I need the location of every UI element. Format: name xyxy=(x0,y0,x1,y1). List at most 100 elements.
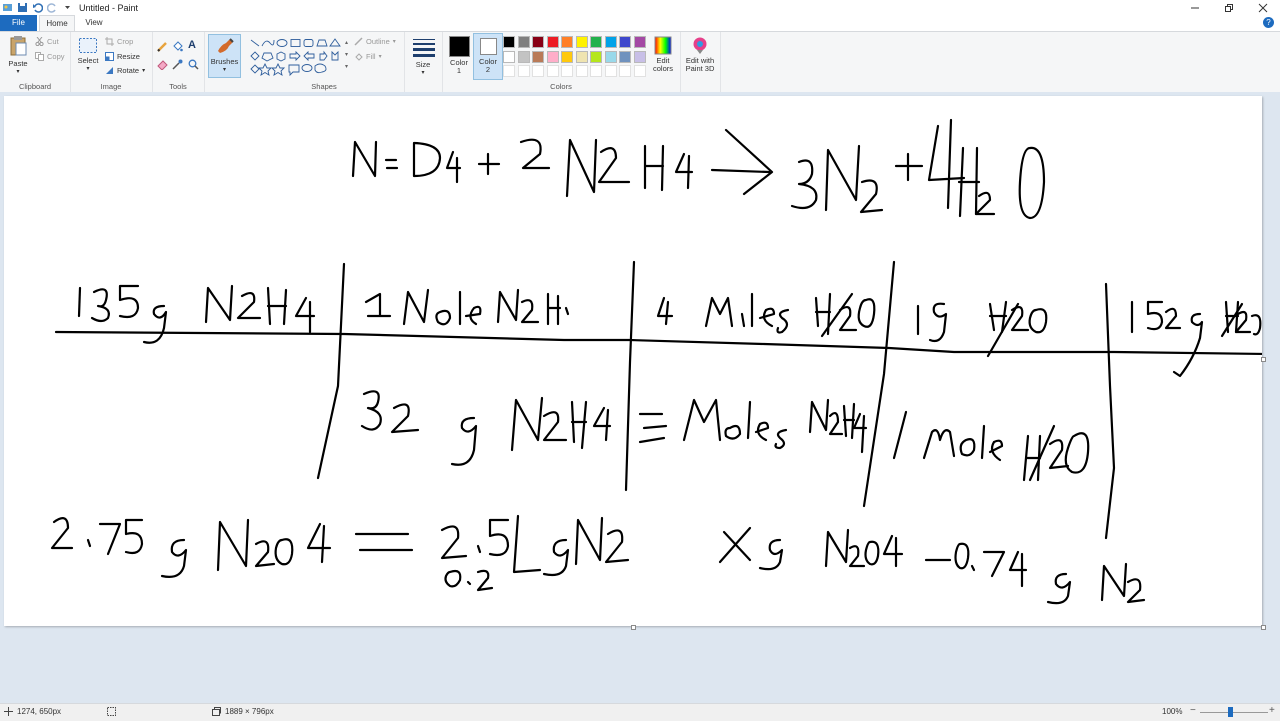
size-group[interactable]: Size ▾ xyxy=(404,32,443,92)
custom-color-slot[interactable] xyxy=(604,65,617,77)
zoom-out-button[interactable]: − xyxy=(1190,705,1196,716)
color1-button[interactable]: Color 1 xyxy=(446,36,472,75)
custom-color-slot[interactable] xyxy=(517,65,530,77)
palette-swatch[interactable] xyxy=(517,36,530,48)
tab-view[interactable]: View xyxy=(77,15,111,31)
zoom-slider-track[interactable] xyxy=(1200,712,1268,713)
colors-group-label: Colors xyxy=(550,82,572,91)
rotate-button[interactable]: Rotate ▾ xyxy=(105,66,145,75)
crop-button[interactable]: Crop xyxy=(105,37,133,46)
drawing-canvas[interactable] xyxy=(4,96,1262,626)
palette-swatch[interactable] xyxy=(546,36,559,48)
custom-color-slot[interactable] xyxy=(633,65,646,77)
color-wheel-icon xyxy=(654,36,672,55)
minimize-icon xyxy=(1191,7,1199,8)
shapes-expand-icon[interactable]: ▾ xyxy=(345,63,348,70)
edit-colors-label-2: colors xyxy=(652,64,673,73)
palette-swatch[interactable] xyxy=(604,36,617,48)
resize-handle-right[interactable] xyxy=(1261,357,1266,362)
quick-access-toolbar xyxy=(0,2,73,13)
close-button[interactable] xyxy=(1246,0,1280,15)
palette-swatch[interactable] xyxy=(633,36,646,48)
copy-label: Copy xyxy=(47,52,65,61)
cut-button[interactable]: Cut xyxy=(35,37,59,46)
pencil-icon[interactable] xyxy=(157,41,168,52)
palette-swatch[interactable] xyxy=(503,50,515,63)
shapes-group: ▴ ▾ ▾ Outline ▾ Fill ▾ Shapes xyxy=(244,32,405,92)
palette-swatch[interactable] xyxy=(633,50,646,63)
customize-qat-icon[interactable] xyxy=(62,2,73,13)
resize-handle-corner[interactable] xyxy=(1261,625,1266,630)
minimize-button[interactable] xyxy=(1178,0,1212,15)
brushes-dropdown-icon[interactable]: ▾ xyxy=(209,66,240,73)
canvas-size: 1889 × 796px xyxy=(212,707,274,716)
undo-icon[interactable] xyxy=(32,2,43,13)
palette-swatch[interactable] xyxy=(604,50,617,63)
palette-swatch[interactable] xyxy=(575,50,588,63)
help-icon[interactable]: ? xyxy=(1263,17,1274,28)
title-bar: Untitled - Paint xyxy=(0,0,1280,15)
paste-button[interactable]: Paste ▾ xyxy=(4,35,32,75)
zoom-in-button[interactable]: + xyxy=(1269,705,1275,716)
custom-color-slot[interactable] xyxy=(575,65,588,77)
eraser-icon[interactable] xyxy=(157,59,168,70)
fill-button[interactable]: Fill ▾ xyxy=(354,52,382,61)
resize-label: Resize xyxy=(117,52,140,61)
tab-file[interactable]: File xyxy=(0,15,37,31)
palette-swatch[interactable] xyxy=(561,50,573,63)
color-picker-icon[interactable] xyxy=(172,59,183,70)
edit-colors-button[interactable]: Edit colors xyxy=(649,36,677,73)
tools-group: A Tools xyxy=(152,32,205,92)
palette-swatch[interactable] xyxy=(503,36,515,48)
paste-icon xyxy=(10,36,27,56)
rotate-dropdown-icon[interactable]: ▾ xyxy=(142,67,145,74)
fill-dropdown-icon: ▾ xyxy=(378,54,382,60)
palette-swatch[interactable] xyxy=(561,36,573,48)
edit-with-paint3d-button[interactable]: Edit with Paint 3D xyxy=(682,36,718,73)
canvas-size-value: 1889 × 796px xyxy=(225,707,274,716)
save-icon[interactable] xyxy=(17,2,28,13)
text-tool-icon[interactable]: A xyxy=(188,39,196,51)
custom-color-slot[interactable] xyxy=(590,65,602,77)
resize-handle-bottom[interactable] xyxy=(631,625,636,630)
magnifier-icon[interactable] xyxy=(188,59,199,70)
zoom-slider-thumb[interactable] xyxy=(1228,707,1233,717)
outline-label: Outline xyxy=(366,37,390,46)
custom-color-slot[interactable] xyxy=(532,65,544,77)
palette-swatch[interactable] xyxy=(575,36,588,48)
shapes-scroll-down-icon[interactable]: ▾ xyxy=(345,51,348,58)
palette-swatch[interactable] xyxy=(590,50,602,63)
palette-swatch[interactable] xyxy=(619,50,631,63)
select-button[interactable]: Select ▾ xyxy=(74,37,102,72)
palette-swatch[interactable] xyxy=(590,36,602,48)
redo-icon[interactable] xyxy=(47,2,58,13)
palette-swatch[interactable] xyxy=(546,50,559,63)
image-group-label: Image xyxy=(100,82,122,91)
palette-swatch[interactable] xyxy=(619,36,631,48)
custom-color-slot[interactable] xyxy=(619,65,631,77)
resize-button[interactable]: Resize xyxy=(105,52,140,61)
shapes-scroll-up-icon[interactable]: ▴ xyxy=(345,39,348,46)
custom-color-slot[interactable] xyxy=(561,65,573,77)
restore-button[interactable] xyxy=(1212,0,1246,15)
select-dropdown-icon[interactable]: ▾ xyxy=(74,65,102,72)
custom-color-slot[interactable] xyxy=(546,65,559,77)
color-palette xyxy=(503,36,653,77)
fill-bucket-icon[interactable] xyxy=(172,41,183,52)
palette-swatch[interactable] xyxy=(532,36,544,48)
custom-color-slot[interactable] xyxy=(503,65,515,77)
copy-button[interactable]: Copy xyxy=(35,52,65,61)
paste-dropdown-icon[interactable]: ▾ xyxy=(4,68,32,75)
shapes-gallery[interactable] xyxy=(248,37,344,77)
color2-button[interactable]: Color 2 xyxy=(473,33,503,80)
cursor-position: 1274, 650px xyxy=(4,707,61,716)
tab-home[interactable]: Home xyxy=(39,15,75,31)
outline-icon xyxy=(354,37,363,46)
restore-icon xyxy=(1225,3,1233,12)
status-bar: 1274, 650px 1889 × 796px 100% − + xyxy=(0,703,1280,721)
ribbon-tabs: File Home View ? xyxy=(0,15,1280,31)
brushes-button[interactable]: Brushes ▾ xyxy=(208,34,241,78)
palette-swatch[interactable] xyxy=(517,50,530,63)
outline-button[interactable]: Outline ▾ xyxy=(354,37,396,46)
palette-swatch[interactable] xyxy=(532,50,544,63)
